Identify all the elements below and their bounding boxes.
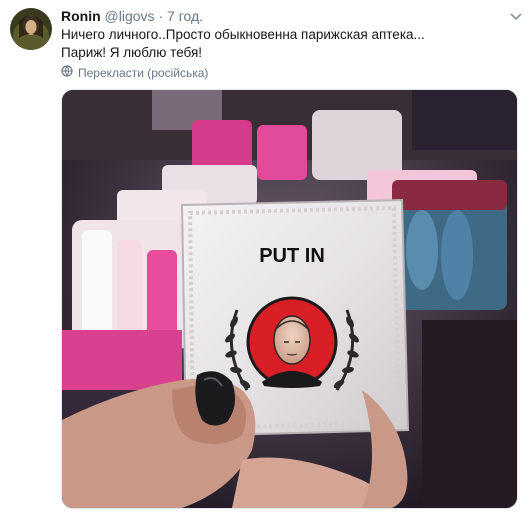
- author-name[interactable]: Ronin: [61, 8, 101, 24]
- tweet-header: Ronin @ligovs · 7 год.: [61, 7, 203, 25]
- tweet-text-line: Ничего личного..Просто обыкновенна париж…: [61, 27, 425, 42]
- tweet-text: Ничего личного..Просто обыкновенна париж…: [61, 26, 425, 62]
- globe-icon: [61, 65, 73, 81]
- separator-dot: ·: [158, 8, 164, 24]
- tweet-photo[interactable]: PUT IN: [61, 89, 518, 509]
- tweet-time[interactable]: 7 год.: [167, 8, 203, 24]
- tweet: Ronin @ligovs · 7 год. Ничего личного..П…: [0, 0, 531, 513]
- tweet-text-line: Париж! Я люблю тебя!: [61, 45, 203, 60]
- author-handle[interactable]: @ligovs: [105, 8, 155, 24]
- chevron-down-icon[interactable]: [509, 9, 523, 21]
- condom-text: PUT IN: [259, 245, 325, 267]
- translate-label: Перекласти (російська): [78, 66, 209, 80]
- translate-link[interactable]: Перекласти (російська): [61, 65, 208, 81]
- avatar[interactable]: [10, 8, 52, 50]
